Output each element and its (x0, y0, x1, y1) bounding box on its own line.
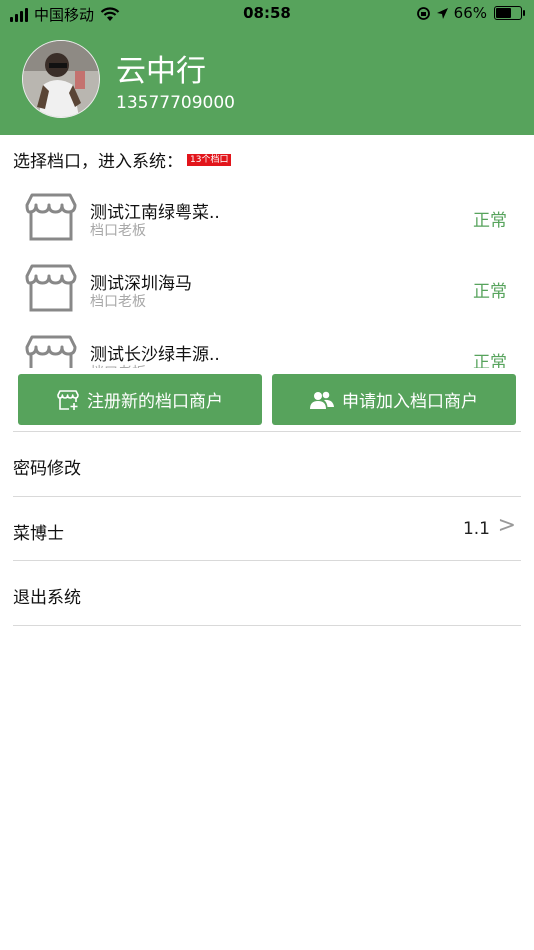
join-stall-button[interactable]: 申请加入档口商户 (272, 374, 516, 425)
menu-password-change[interactable]: 密码修改 (0, 432, 534, 496)
store-add-icon (57, 389, 79, 410)
menu-doctor-version: 1.1 (462, 519, 490, 539)
menu-doctor-label: 菜博士 (13, 524, 64, 544)
stall-status: 正常 (473, 282, 507, 302)
stall-item[interactable]: 测试长沙绿丰源.. 档口老板 正常 (0, 322, 534, 368)
menu-cai-doctor[interactable]: 菜博士 1.1 > (0, 497, 534, 561)
user-phone: 13577709000 (116, 93, 235, 113)
user-name: 云中行 (116, 54, 206, 89)
battery-percent: 66% (453, 4, 487, 22)
store-awning-icon (25, 264, 77, 312)
stall-list[interactable]: 测试江南绿粤菜.. 档口老板 正常 测试深圳海马 档口老板 正常 测试长沙绿丰源… (0, 180, 534, 368)
stall-item[interactable]: 测试深圳海马 档口老板 正常 (0, 251, 534, 321)
stall-status: 正常 (473, 211, 507, 231)
status-bar: 中国移动 08:58 66% (0, 0, 534, 28)
stall-role: 档口老板 (90, 294, 146, 310)
stall-role: 档口老板 (90, 223, 146, 239)
battery-icon (494, 6, 525, 20)
menu-logout-label: 退出系统 (13, 588, 81, 608)
stall-count-badge: 13个档口 (187, 153, 232, 166)
stall-status: 正常 (473, 353, 507, 368)
avatar-image (23, 41, 99, 117)
status-right: 66% (416, 4, 525, 22)
users-icon (310, 391, 334, 409)
location-icon (436, 7, 448, 19)
menu-password-label: 密码修改 (13, 459, 81, 479)
stall-section-title: 选择档口，进入系统： 13个档口 (13, 147, 232, 172)
chevron-right-icon: > (497, 513, 516, 538)
rotation-lock-icon (416, 6, 430, 20)
avatar[interactable] (22, 40, 100, 118)
divider (13, 625, 521, 626)
profile-header: 中国移动 08:58 66% 云中行 13577709000 (0, 0, 534, 135)
stall-item[interactable]: 测试江南绿粤菜.. 档口老板 正常 (0, 180, 534, 250)
menu-logout[interactable]: 退出系统 (0, 561, 534, 625)
store-awning-icon (25, 335, 77, 368)
join-stall-label: 申请加入档口商户 (342, 392, 478, 412)
stall-role: 档口老板 (90, 362, 146, 368)
register-stall-button[interactable]: 注册新的档口商户 (18, 374, 262, 425)
stall-section-label: 选择档口，进入系统： (13, 152, 183, 172)
store-awning-icon (25, 193, 77, 241)
register-stall-label: 注册新的档口商户 (87, 392, 223, 412)
